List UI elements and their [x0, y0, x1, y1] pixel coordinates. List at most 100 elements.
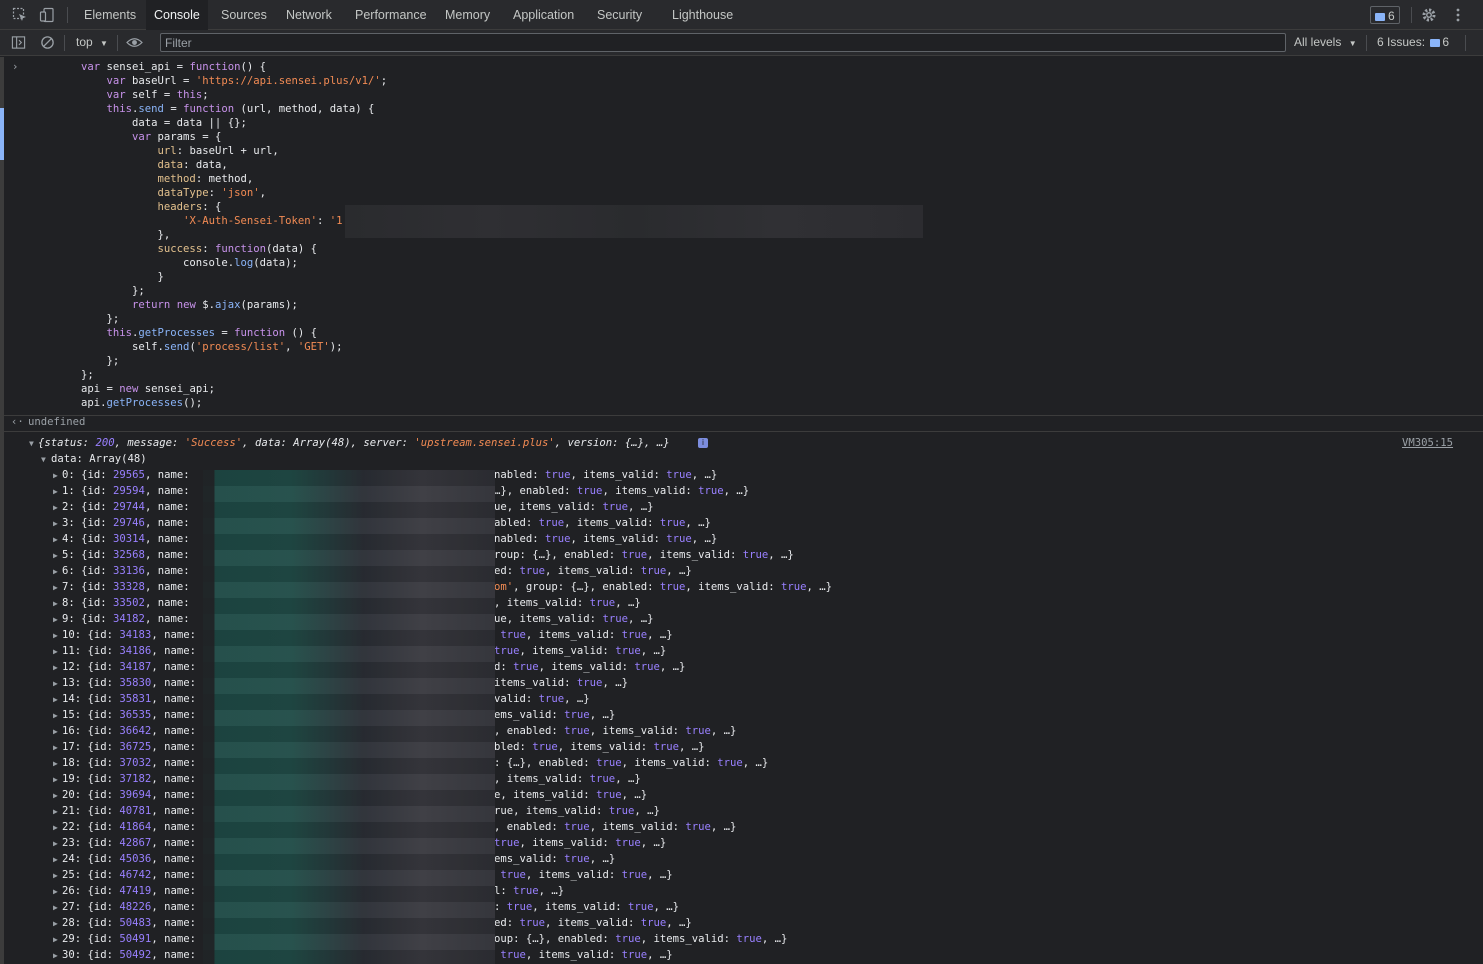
code-line: };: [81, 355, 120, 367]
list-item[interactable]: 7: {id: 33328, name:: [62, 580, 196, 594]
expand-triangle-icon[interactable]: ▶: [53, 725, 58, 739]
expand-triangle-icon[interactable]: ▶: [53, 693, 58, 707]
list-item[interactable]: 13: {id: 35830, name:: [62, 676, 202, 690]
expand-triangle-icon[interactable]: ▼: [29, 437, 34, 451]
list-item-tail: om', group: {…}, enabled: true, items_va…: [494, 581, 833, 593]
list-item[interactable]: 25: {id: 46742, name:: [62, 868, 202, 882]
list-item[interactable]: 18: {id: 37032, name:: [62, 756, 202, 770]
expand-triangle-icon[interactable]: ▶: [53, 661, 58, 675]
expand-triangle-icon[interactable]: ▶: [53, 917, 58, 931]
tab-console[interactable]: Console: [146, 0, 208, 30]
list-item[interactable]: 4: {id: 30314, name:: [62, 532, 196, 546]
list-item[interactable]: 20: {id: 39694, name:: [62, 788, 202, 802]
list-item[interactable]: 14: {id: 35831, name:: [62, 692, 202, 706]
expand-triangle-icon[interactable]: ▼: [41, 453, 46, 467]
list-item[interactable]: 11: {id: 34186, name:: [62, 644, 202, 658]
expand-triangle-icon[interactable]: ▶: [53, 933, 58, 947]
device-toolbar-icon[interactable]: [39, 7, 55, 23]
tab-memory[interactable]: Memory: [437, 0, 498, 30]
list-item[interactable]: 29: {id: 50491, name:: [62, 932, 202, 946]
list-item[interactable]: 16: {id: 36642, name:: [62, 724, 202, 738]
list-item[interactable]: 15: {id: 36535, name:: [62, 708, 202, 722]
list-item[interactable]: 27: {id: 48226, name:: [62, 900, 202, 914]
expand-triangle-icon[interactable]: ▶: [53, 821, 58, 835]
expand-triangle-icon[interactable]: ▶: [53, 757, 58, 771]
expand-triangle-icon[interactable]: ▶: [53, 613, 58, 627]
expand-triangle-icon[interactable]: ▶: [53, 629, 58, 643]
log-levels-dropdown[interactable]: All levels ▼: [1294, 35, 1357, 49]
expand-triangle-icon[interactable]: ▶: [53, 469, 58, 483]
expand-triangle-icon[interactable]: ▶: [53, 517, 58, 531]
list-item[interactable]: 30: {id: 50492, name:: [62, 948, 202, 962]
expand-triangle-icon[interactable]: ▶: [53, 485, 58, 499]
list-item[interactable]: 26: {id: 47419, name:: [62, 884, 202, 898]
expand-triangle-icon[interactable]: ▶: [53, 789, 58, 803]
tab-elements[interactable]: Elements: [76, 0, 144, 30]
expand-triangle-icon[interactable]: ▶: [53, 581, 58, 595]
expand-triangle-icon[interactable]: ▶: [53, 741, 58, 755]
dropdown-arrow-icon: ▼: [1348, 39, 1357, 48]
code-line: dataType: 'json',: [157, 187, 267, 199]
expand-triangle-icon[interactable]: ▶: [53, 645, 58, 659]
list-item[interactable]: 19: {id: 37182, name:: [62, 772, 202, 786]
more-options-icon[interactable]: [1450, 7, 1466, 23]
redacted-token: [345, 205, 923, 238]
list-item[interactable]: 0: {id: 29565, name:: [62, 468, 196, 482]
result-arrow-icon: ‹·: [11, 416, 24, 428]
expand-triangle-icon[interactable]: ▶: [53, 885, 58, 899]
eye-icon[interactable]: [126, 35, 143, 50]
tab-sources[interactable]: Sources: [213, 0, 275, 30]
tab-performance[interactable]: Performance: [347, 0, 435, 30]
data-property[interactable]: data: Array(48): [51, 452, 147, 466]
list-item[interactable]: 24: {id: 45036, name:: [62, 852, 202, 866]
log-summary[interactable]: {status: 200, message: 'Success', data: …: [38, 436, 670, 450]
expand-triangle-icon[interactable]: ▶: [53, 677, 58, 691]
tab-application[interactable]: Application: [505, 0, 582, 30]
expand-triangle-icon[interactable]: ▶: [53, 565, 58, 579]
list-item[interactable]: 21: {id: 40781, name:: [62, 804, 202, 818]
list-item[interactable]: 8: {id: 33502, name:: [62, 596, 196, 610]
tab-lighthouse[interactable]: Lighthouse: [664, 0, 741, 30]
list-item[interactable]: 28: {id: 50483, name:: [62, 916, 202, 930]
expand-triangle-icon[interactable]: ▶: [53, 549, 58, 563]
filter-box: [160, 33, 1286, 52]
list-item[interactable]: 22: {id: 41864, name:: [62, 820, 202, 834]
list-item[interactable]: 2: {id: 29744, name:: [62, 500, 196, 514]
list-item[interactable]: 6: {id: 33136, name:: [62, 564, 196, 578]
list-item[interactable]: 12: {id: 34187, name:: [62, 660, 202, 674]
list-item[interactable]: 5: {id: 32568, name:: [62, 548, 196, 562]
expand-triangle-icon[interactable]: ▶: [53, 901, 58, 915]
expand-triangle-icon[interactable]: ▶: [53, 869, 58, 883]
list-item[interactable]: 23: {id: 42867, name:: [62, 836, 202, 850]
filter-input[interactable]: [165, 35, 1265, 50]
source-link[interactable]: VM305:15: [1402, 436, 1453, 450]
tab-network[interactable]: Network: [278, 0, 340, 30]
list-item-tail: ue, items_valid: true, …}: [494, 501, 654, 513]
list-item[interactable]: 17: {id: 36725, name:: [62, 740, 202, 754]
expand-triangle-icon[interactable]: ▶: [53, 853, 58, 867]
expand-triangle-icon[interactable]: ▶: [53, 597, 58, 611]
expand-triangle-icon[interactable]: ▶: [53, 949, 58, 963]
inspect-element-icon[interactable]: [12, 7, 28, 23]
clear-console-icon[interactable]: [40, 35, 55, 50]
expand-triangle-icon[interactable]: ▶: [53, 501, 58, 515]
list-item[interactable]: 9: {id: 34182, name:: [62, 612, 196, 626]
list-item[interactable]: 1: {id: 29594, name:: [62, 484, 196, 498]
info-icon[interactable]: i: [698, 438, 708, 448]
expand-triangle-icon[interactable]: ▶: [53, 773, 58, 787]
list-item[interactable]: 3: {id: 29746, name:: [62, 516, 196, 530]
expand-triangle-icon[interactable]: ▶: [53, 837, 58, 851]
issues-button[interactable]: 6 Issues: 6: [1377, 35, 1449, 49]
sidebar-toggle-icon[interactable]: [11, 35, 26, 50]
expand-triangle-icon[interactable]: ▶: [53, 805, 58, 819]
list-item[interactable]: 10: {id: 34183, name:: [62, 628, 202, 642]
list-item-tail: ue, items_valid: true, …}: [494, 613, 654, 625]
code-line: var baseUrl = 'https://api.sensei.plus/v…: [106, 75, 388, 87]
list-item-tail: true, items_valid: true, …}: [494, 645, 667, 657]
expand-triangle-icon[interactable]: ▶: [53, 533, 58, 547]
tab-security[interactable]: Security: [589, 0, 650, 30]
context-selector[interactable]: top ▼: [76, 35, 108, 49]
gear-icon[interactable]: [1421, 7, 1437, 23]
messages-badge[interactable]: 6: [1370, 6, 1400, 24]
expand-triangle-icon[interactable]: ▶: [53, 709, 58, 723]
